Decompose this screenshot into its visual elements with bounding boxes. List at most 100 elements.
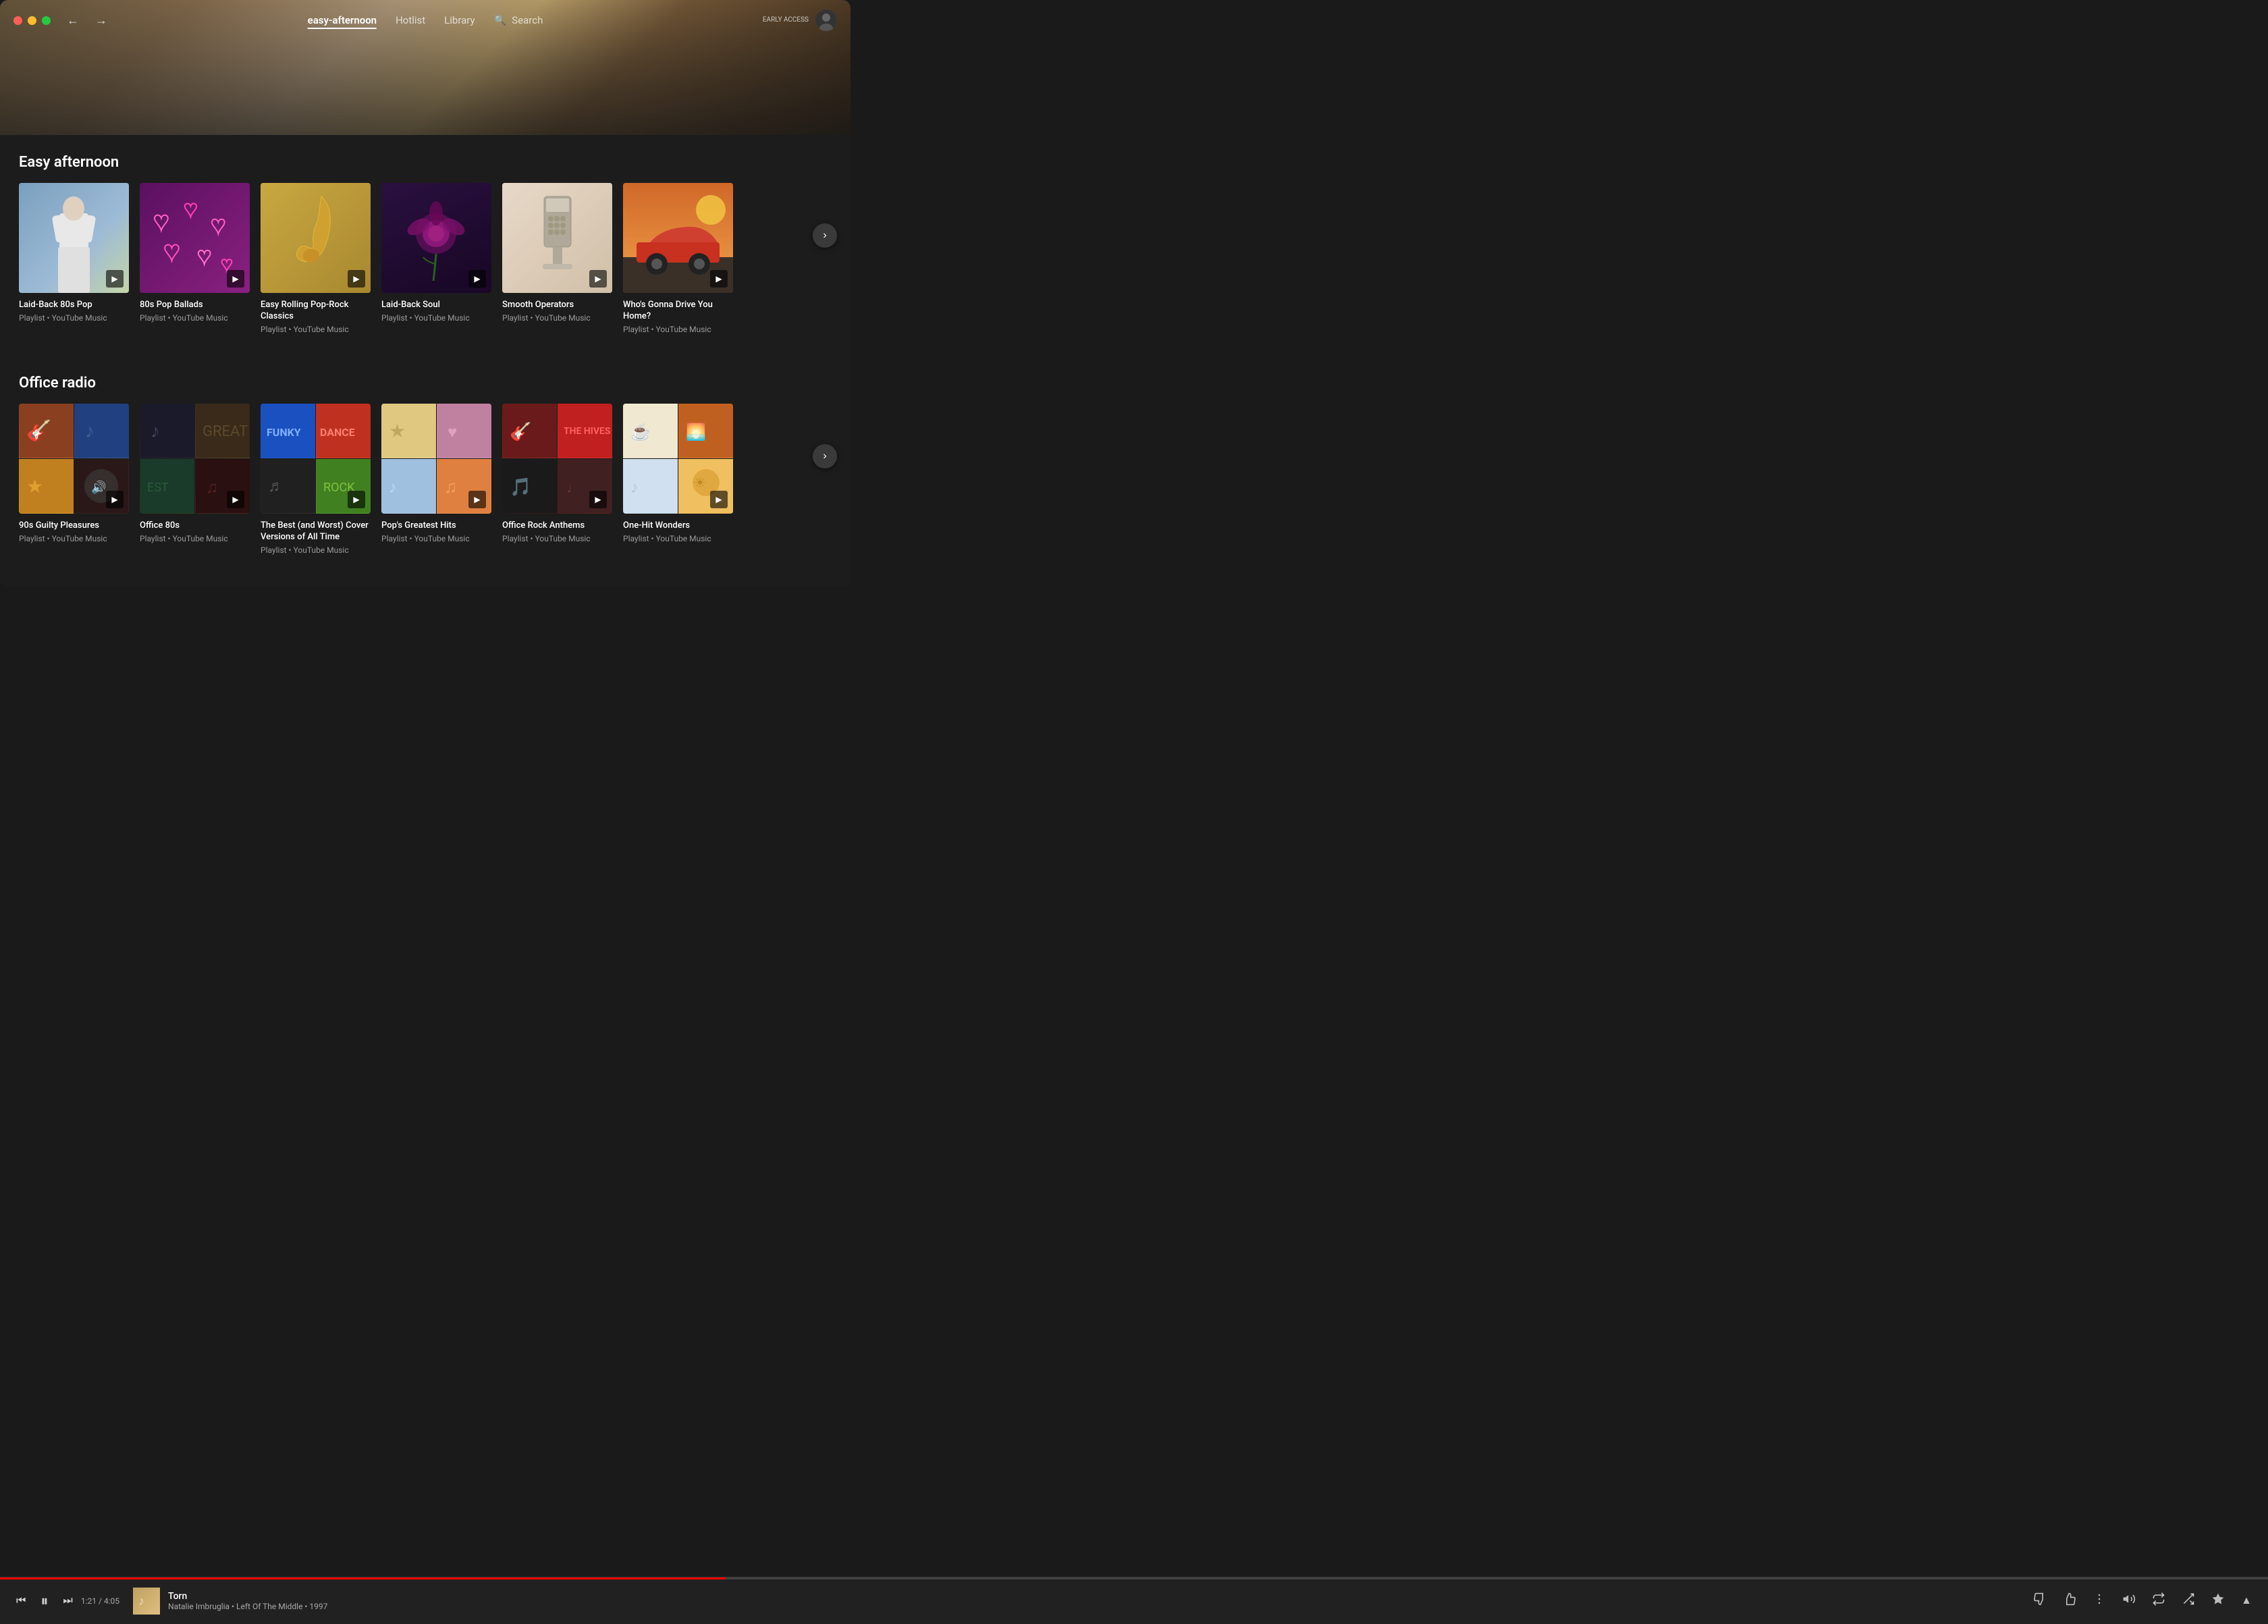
svg-text:♥: ♥ xyxy=(197,242,211,270)
main-content: Easy afternoon xyxy=(0,135,850,587)
card-title-12: One-Hit Wonders xyxy=(623,520,733,532)
play-overlay-9: ▶ xyxy=(348,491,365,508)
svg-text:♪: ♪ xyxy=(389,478,397,497)
grid-cell: GREAT xyxy=(195,404,250,458)
svg-text:🌅: 🌅 xyxy=(686,423,706,441)
svg-text:GREAT: GREAT xyxy=(202,423,248,440)
card-sub-6: Playlist • YouTube Music xyxy=(623,325,733,334)
grid-cell: 🌅 xyxy=(678,404,733,458)
svg-text:♪: ♪ xyxy=(151,420,160,442)
card-sub-2: Playlist • YouTube Music xyxy=(140,313,250,323)
card-sub-9: Playlist • YouTube Music xyxy=(261,545,371,555)
svg-text:♬: ♬ xyxy=(268,477,284,495)
svg-text:★: ★ xyxy=(389,420,406,442)
grid-cell: ♬ xyxy=(261,459,315,514)
svg-text:☀: ☀ xyxy=(694,475,706,491)
search-label: Search xyxy=(512,14,543,26)
grid-cell: ♪ xyxy=(140,404,194,458)
card-title-7: 90s Guilty Pleasures xyxy=(19,520,129,532)
thumb-pop-rock-classics: ▶ xyxy=(261,183,371,293)
card-laid-back-80s-pop[interactable]: ▶ Laid-Back 80s Pop Playlist • YouTube M… xyxy=(19,183,129,323)
card-sub-11: Playlist • YouTube Music xyxy=(502,534,612,543)
svg-text:DANCE: DANCE xyxy=(320,426,355,439)
next-button-easy-afternoon[interactable]: › xyxy=(813,223,837,248)
card-80s-pop-ballads[interactable]: ♥ ♥ ♥ ♥ ♥ ♥ ▶ 80s Pop Ballads Playlist •… xyxy=(140,183,250,323)
card-best-worst[interactable]: FUNKY DANCE xyxy=(261,404,371,555)
thumb-office-80s: ♪ GREAT xyxy=(140,404,250,514)
svg-text:☕: ☕ xyxy=(630,422,651,441)
svg-text:♫: ♫ xyxy=(206,478,218,497)
grid-cell: EST xyxy=(140,459,194,514)
card-one-hit-wonders[interactable]: ☕ 🌅 xyxy=(623,404,733,543)
svg-text:♪: ♪ xyxy=(630,478,639,497)
card-office-80s[interactable]: ♪ GREAT xyxy=(140,404,250,543)
grid-cell: 🎸 xyxy=(502,404,557,458)
grid-cell: 🎸 xyxy=(19,404,74,458)
card-title-10: Pop's Greatest Hits xyxy=(381,520,491,532)
play-overlay-3: ▶ xyxy=(348,270,365,288)
thumb-smooth-operators: ▶ xyxy=(502,183,612,293)
svg-text:🔊: 🔊 xyxy=(91,480,106,495)
card-sub-10: Playlist • YouTube Music xyxy=(381,534,491,543)
thumb-90s-guilty: 🎸 ♪ xyxy=(19,404,129,514)
card-title-6: Who's Gonna Drive You Home? xyxy=(623,300,733,323)
close-button[interactable] xyxy=(14,16,22,25)
tab-home[interactable]: easy-afternoon xyxy=(308,11,377,29)
tab-library[interactable]: Library xyxy=(444,11,475,29)
easy-afternoon-cards: ▶ Laid-Back 80s Pop Playlist • YouTube M… xyxy=(19,183,832,334)
tab-hotlist[interactable]: Hotlist xyxy=(396,11,425,29)
back-button[interactable]: ← xyxy=(63,11,83,30)
svg-text:♥: ♥ xyxy=(153,205,169,237)
section-title-easy-afternoon: Easy afternoon xyxy=(19,154,832,171)
thumb-office-rock: 🎸 THE HIVES xyxy=(502,404,612,514)
grid-cell: ★ xyxy=(19,459,74,514)
search-icon: 🔍 xyxy=(494,14,507,26)
user-avatar[interactable] xyxy=(815,9,837,31)
card-90s-guilty[interactable]: 🎸 ♪ xyxy=(19,404,129,543)
grid-cell: 🎵 xyxy=(502,459,557,514)
thumb-pops-greatest: ★ ♥ xyxy=(381,404,491,514)
play-overlay-1: ▶ xyxy=(106,270,124,288)
grid-cell: ♪ xyxy=(623,459,678,514)
svg-text:🎸: 🎸 xyxy=(510,421,531,442)
card-office-rock[interactable]: 🎸 THE HIVES xyxy=(502,404,612,543)
next-button-office-radio[interactable]: › xyxy=(813,444,837,468)
play-overlay-4: ▶ xyxy=(468,270,486,288)
card-sub-5: Playlist • YouTube Music xyxy=(502,313,612,323)
grid-cell: ★ xyxy=(381,404,436,458)
section-office-radio: Office radio 🎸 xyxy=(0,356,850,555)
play-overlay-2: ▶ xyxy=(227,270,244,288)
hero-section: ← → easy-afternoon Hotlist Library 🔍 Sea… xyxy=(0,0,850,135)
grid-cell: ♪ xyxy=(74,404,129,458)
office-radio-cards: 🎸 ♪ xyxy=(19,404,832,555)
svg-text:♩: ♩ xyxy=(566,480,581,497)
svg-text:★: ★ xyxy=(26,475,43,497)
play-overlay-11: ▶ xyxy=(589,491,607,508)
play-overlay-5: ▶ xyxy=(589,270,607,288)
svg-text:♥: ♥ xyxy=(184,195,198,223)
card-sub-12: Playlist • YouTube Music xyxy=(623,534,733,543)
search-area[interactable]: 🔍 Search xyxy=(494,14,543,26)
card-title-11: Office Rock Anthems xyxy=(502,520,612,532)
card-title-8: Office 80s xyxy=(140,520,250,532)
thumb-whos-gonna: ▶ xyxy=(623,183,733,293)
card-pop-rock-classics[interactable]: ▶ Easy Rolling Pop-Rock Classics Playlis… xyxy=(261,183,371,334)
card-whos-gonna[interactable]: ▶ Who's Gonna Drive You Home? Playlist •… xyxy=(623,183,733,334)
minimize-button[interactable] xyxy=(28,16,36,25)
play-overlay-7: ▶ xyxy=(106,491,124,508)
section-title-office-radio: Office radio xyxy=(19,375,832,391)
nav-tabs: easy-afternoon Hotlist Library 🔍 Search xyxy=(308,11,543,29)
thumb-laid-back-soul: ▶ xyxy=(381,183,491,293)
titlebar: ← → easy-afternoon Hotlist Library 🔍 Sea… xyxy=(0,0,850,40)
card-smooth-operators[interactable]: ▶ Smooth Operators Playlist • YouTube Mu… xyxy=(502,183,612,323)
grid-cell: THE HIVES xyxy=(558,404,612,458)
maximize-button[interactable] xyxy=(42,16,51,25)
play-overlay-12: ▶ xyxy=(710,491,728,508)
forward-button[interactable]: → xyxy=(91,11,111,30)
svg-text:♥: ♥ xyxy=(448,423,457,441)
card-pops-greatest[interactable]: ★ ♥ xyxy=(381,404,491,543)
card-title-4: Laid-Back Soul xyxy=(381,300,491,311)
card-laid-back-soul[interactable]: ▶ Laid-Back Soul Playlist • YouTube Musi… xyxy=(381,183,491,323)
card-sub-1: Playlist • YouTube Music xyxy=(19,313,129,323)
card-sub-4: Playlist • YouTube Music xyxy=(381,313,491,323)
